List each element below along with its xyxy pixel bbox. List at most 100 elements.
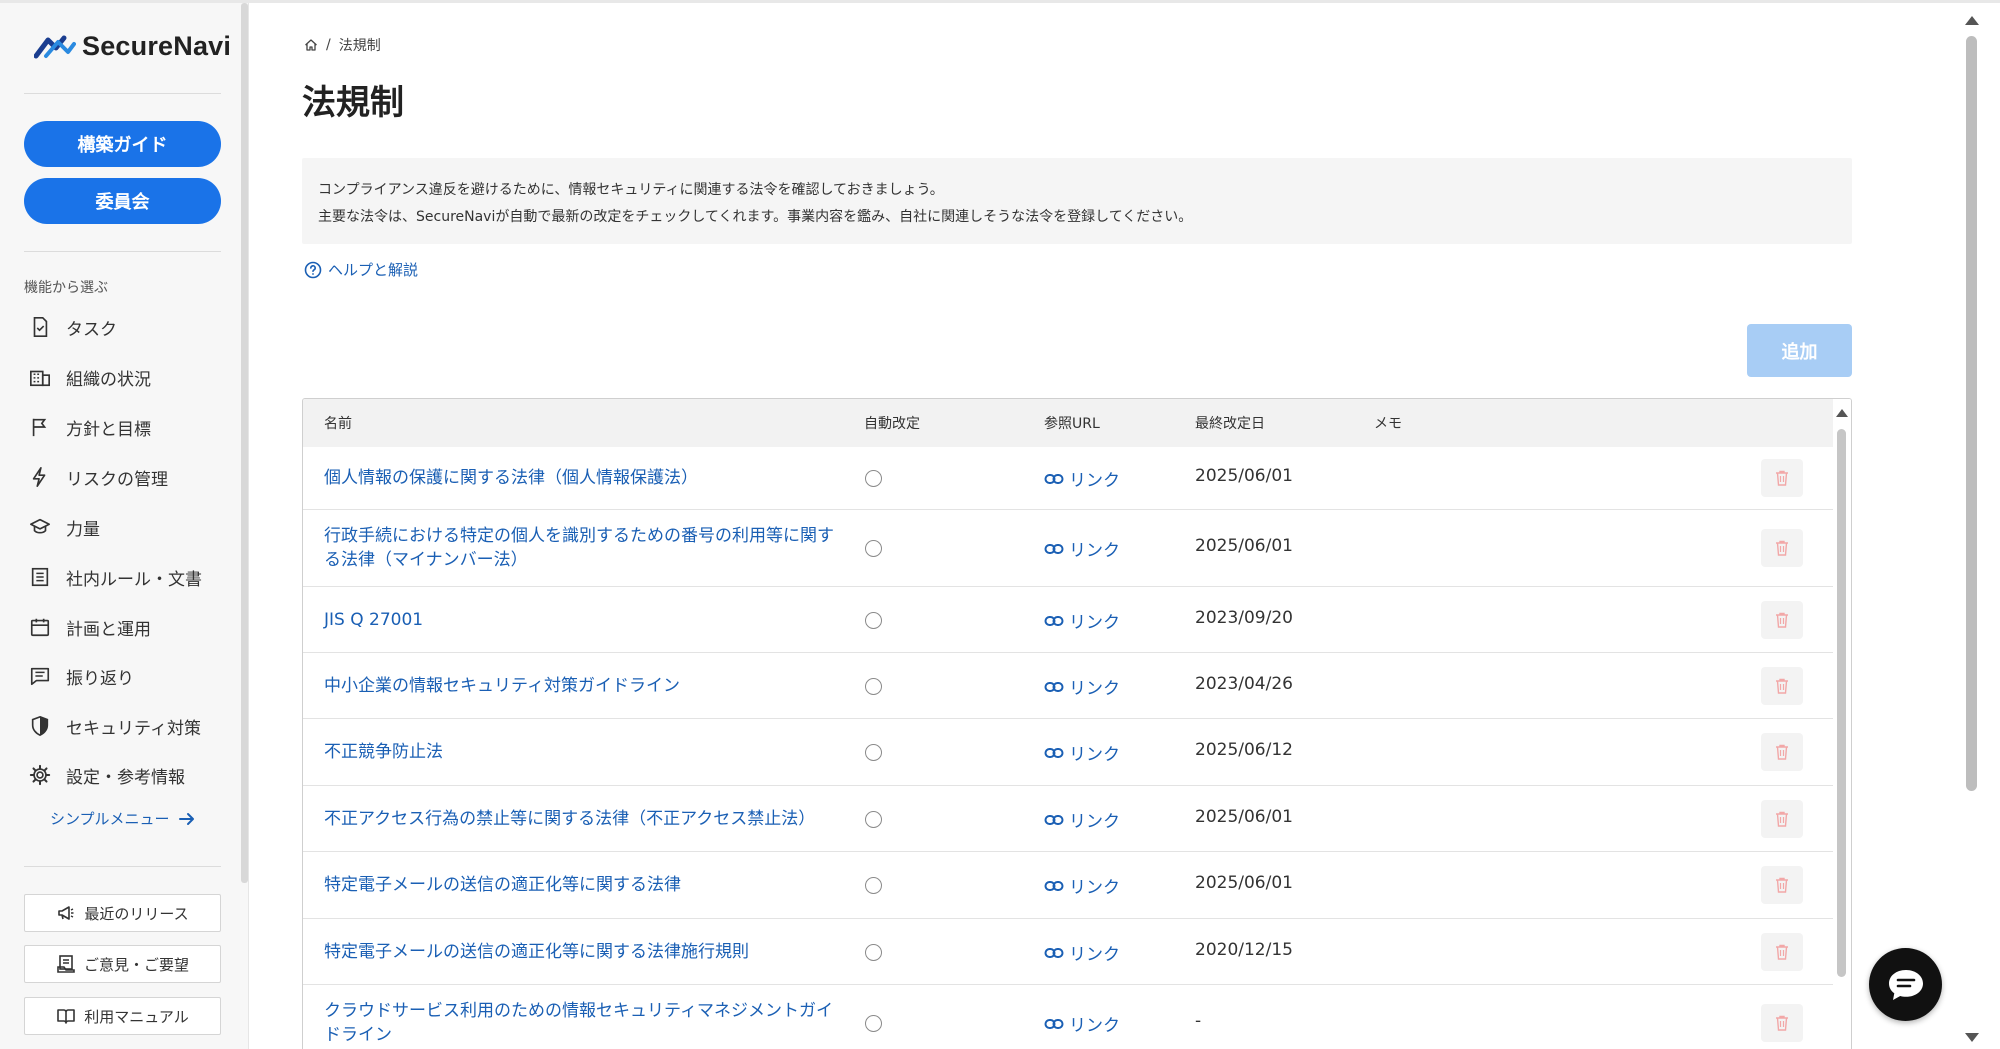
auto-revision-radio[interactable] — [865, 1015, 882, 1032]
delete-button[interactable] — [1761, 1004, 1803, 1042]
reference-link[interactable]: リンク — [1044, 740, 1120, 765]
table-row[interactable]: 行政手続における特定の個人を識別するための番号の利用等に関する法律（マイナンバー… — [303, 510, 1833, 587]
law-name-link[interactable]: 不正アクセス行為の禁止等に関する法律（不正アクセス禁止法） — [324, 807, 864, 831]
page-scroll-up-arrow[interactable] — [1965, 16, 1979, 25]
table-row[interactable]: クラウドサービス利用のための情報セキュリティマネジメントガイドライン リンク - — [303, 985, 1833, 1049]
help-circle-icon — [304, 261, 322, 278]
law-name-link[interactable]: 行政手続における特定の個人を識別するための番号の利用等に関する法律（マイナンバー… — [324, 524, 844, 572]
sidebar-item-competence[interactable]: 力量 — [28, 510, 100, 544]
delete-button[interactable] — [1761, 800, 1803, 838]
law-name-link[interactable]: 特定電子メールの送信の適正化等に関する法律 — [324, 873, 844, 897]
recent-releases-button[interactable]: 最近のリリース — [24, 894, 221, 932]
sidebar-item-tasks[interactable]: タスク — [28, 310, 117, 344]
delete-button[interactable] — [1761, 529, 1803, 567]
reference-link-label: リンク — [1069, 471, 1120, 491]
manual-button[interactable]: 利用マニュアル — [24, 997, 221, 1035]
link-icon — [1044, 947, 1064, 958]
calendar-icon — [28, 615, 52, 639]
reference-link[interactable]: リンク — [1044, 940, 1120, 965]
committee-button[interactable]: 委員会 — [24, 178, 221, 224]
info-text-line-2: 主要な法令は、SecureNaviが自動で最新の改定をチェックしてくれます。事業… — [318, 209, 1193, 225]
auto-revision-radio[interactable] — [865, 744, 882, 761]
table-row[interactable]: 個人情報の保護に関する法律（個人情報保護法） リンク 2025/06/01 — [303, 447, 1833, 510]
feedback-button[interactable]: ご意見・ご要望 — [24, 945, 221, 983]
law-name-link[interactable]: JIS Q 27001 — [324, 608, 844, 632]
sidebar-item-label: セキュリティ対策 — [66, 718, 201, 739]
reference-link[interactable]: リンク — [1044, 807, 1120, 832]
reference-link-label: リンク — [1069, 945, 1120, 965]
trash-icon — [1776, 744, 1788, 760]
column-header-url[interactable]: 参照URL — [1044, 413, 1100, 433]
table-row[interactable]: 不正競争防止法 リンク 2025/06/12 — [303, 719, 1833, 786]
auto-revision-radio[interactable] — [865, 944, 882, 961]
reference-link-label: リンク — [1069, 541, 1120, 561]
reference-link[interactable]: リンク — [1044, 1011, 1120, 1036]
column-header-memo[interactable]: メモ — [1374, 413, 1402, 433]
delete-button[interactable] — [1761, 733, 1803, 771]
sidebar-scrollbar[interactable] — [241, 3, 248, 883]
reference-link[interactable]: リンク — [1044, 674, 1120, 699]
sidebar-item-settings[interactable]: 設定・参考情報 — [28, 758, 185, 792]
delete-button[interactable] — [1761, 601, 1803, 639]
table-row[interactable]: 中小企業の情報セキュリティ対策ガイドライン リンク 2023/04/26 — [303, 653, 1833, 719]
sidebar-item-risk[interactable]: リスクの管理 — [28, 460, 168, 494]
table-scroll-up-arrow[interactable] — [1836, 409, 1848, 417]
sidebar-item-organization[interactable]: 組織の状況 — [28, 360, 151, 394]
flag-icon — [28, 415, 52, 439]
sidebar-item-planning[interactable]: 計画と運用 — [28, 610, 151, 644]
sidebar-item-review[interactable]: 振り返り — [28, 659, 134, 693]
add-button[interactable]: 追加 — [1747, 324, 1852, 377]
reference-link[interactable]: リンク — [1044, 873, 1120, 898]
law-name-link[interactable]: 特定電子メールの送信の適正化等に関する法律施行規則 — [324, 940, 844, 964]
reference-link[interactable]: リンク — [1044, 536, 1120, 561]
auto-revision-radio[interactable] — [865, 612, 882, 629]
laws-table: 名前 自動改定 参照URL 最終改定日 メモ 個人情報の保護に関する法律（個人情… — [302, 398, 1852, 1049]
table-row[interactable]: 特定電子メールの送信の適正化等に関する法律 リンク 2025/06/01 — [303, 852, 1833, 919]
info-text-line-1: コンプライアンス違反を避けるために、情報セキュリティに関連する法令を確認しておき… — [318, 182, 944, 198]
delete-button[interactable] — [1761, 459, 1803, 497]
page-scrollbar-thumb[interactable] — [1966, 36, 1977, 791]
page-scroll-down-arrow[interactable] — [1965, 1033, 1979, 1042]
table-row[interactable]: 特定電子メールの送信の適正化等に関する法律施行規則 リンク 2020/12/15 — [303, 919, 1833, 985]
sidebar-item-label: 振り返り — [66, 668, 134, 689]
law-name-link[interactable]: 中小企業の情報セキュリティ対策ガイドライン — [324, 674, 844, 698]
auto-revision-radio[interactable] — [865, 877, 882, 894]
link-icon — [1044, 473, 1064, 484]
table-row[interactable]: 不正アクセス行為の禁止等に関する法律（不正アクセス禁止法） リンク 2025/0… — [303, 786, 1833, 852]
reference-link-label: リンク — [1069, 812, 1120, 832]
last-revised-date: 2023/09/20 — [1195, 608, 1293, 628]
sidebar-item-label: 設定・参考情報 — [66, 767, 185, 788]
reference-link[interactable]: リンク — [1044, 608, 1120, 633]
sidebar-item-security[interactable]: セキュリティ対策 — [28, 709, 201, 743]
reference-link-label: リンク — [1069, 1016, 1120, 1036]
document-icon — [28, 565, 52, 589]
delete-button[interactable] — [1761, 667, 1803, 705]
simple-menu-link[interactable]: シンプルメニュー — [50, 808, 196, 829]
auto-revision-radio[interactable] — [865, 470, 882, 487]
guide-button[interactable]: 構築ガイド — [24, 121, 221, 167]
delete-button[interactable] — [1761, 866, 1803, 904]
law-name-link[interactable]: クラウドサービス利用のための情報セキュリティマネジメントガイドライン — [324, 999, 844, 1047]
auto-revision-radio[interactable] — [865, 678, 882, 695]
help-link[interactable]: ヘルプと解説 — [304, 259, 418, 280]
table-row[interactable]: JIS Q 27001 リンク 2023/09/20 — [303, 587, 1833, 653]
reference-link[interactable]: リンク — [1044, 466, 1120, 491]
table-scrollbar-thumb[interactable] — [1837, 429, 1846, 977]
auto-revision-radio[interactable] — [865, 811, 882, 828]
column-header-name[interactable]: 名前 — [324, 413, 352, 433]
arrow-right-icon — [178, 812, 194, 825]
chat-support-button[interactable] — [1869, 948, 1942, 1021]
delete-button[interactable] — [1761, 933, 1803, 971]
home-icon[interactable] — [304, 38, 318, 52]
law-name-link[interactable]: 不正競争防止法 — [324, 740, 844, 764]
chat-bubble-icon — [1888, 969, 1923, 1000]
column-header-auto[interactable]: 自動改定 — [864, 413, 920, 433]
column-header-date[interactable]: 最終改定日 — [1195, 413, 1265, 433]
law-name-link[interactable]: 個人情報の保護に関する法律（個人情報保護法） — [324, 466, 844, 490]
reference-link-label: リンク — [1069, 679, 1120, 699]
sidebar-item-documents[interactable]: 社内ルール・文書 — [28, 560, 202, 594]
logo[interactable]: SecureNavi — [34, 31, 231, 62]
auto-revision-radio[interactable] — [865, 540, 882, 557]
sidebar-item-policy[interactable]: 方針と目標 — [28, 410, 151, 444]
help-link-label: ヘルプと解説 — [328, 261, 419, 279]
